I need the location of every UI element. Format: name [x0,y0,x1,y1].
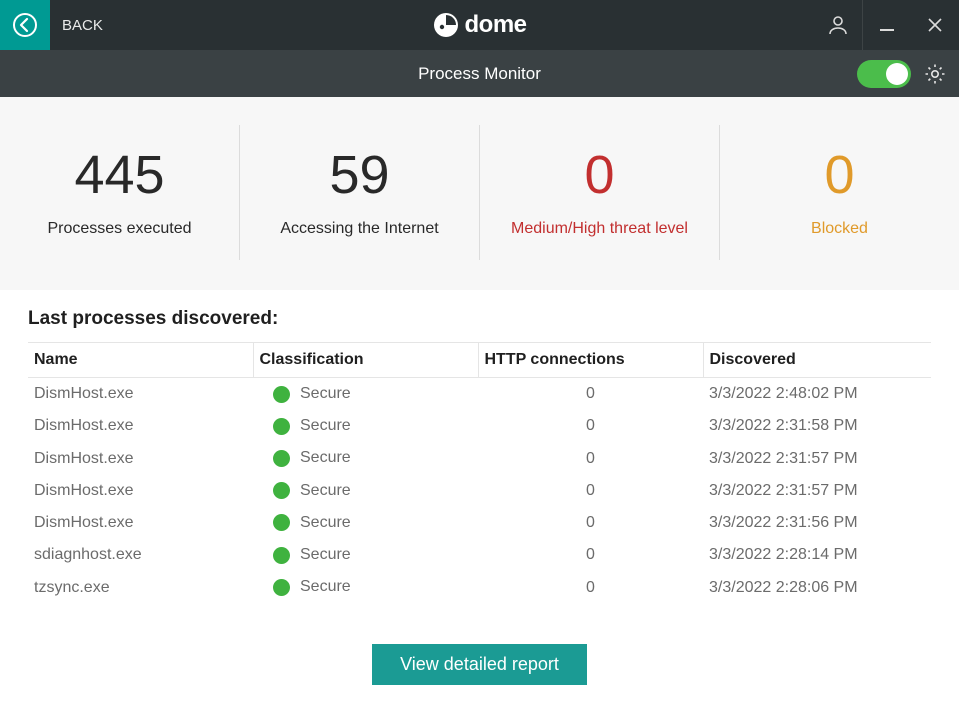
status-dot-icon [273,579,290,596]
table-row[interactable]: DismHost.exe Secure 03/3/2022 2:31:57 PM [28,475,931,507]
cell-name: tzsync.exe [28,571,253,603]
account-button[interactable] [814,0,862,50]
table-row[interactable]: tzsync.exe Secure 03/3/2022 2:28:06 PM [28,571,931,603]
col-header-classification[interactable]: Classification [253,343,478,378]
cell-classification: Secure [253,410,478,442]
table-row[interactable]: DismHost.exe Secure 03/3/2022 2:31:58 PM [28,410,931,442]
stat-accessing-internet: 59 Accessing the Internet [240,125,480,260]
table-header-row: Name Classification HTTP connections Dis… [28,343,931,378]
stat-value: 0 [584,148,614,202]
subheader-controls [857,60,947,88]
stat-label: Processes executed [47,220,191,238]
close-icon [927,17,943,33]
classification-text: Secure [300,514,351,531]
table-row[interactable]: DismHost.exe Secure 03/3/2022 2:48:02 PM [28,378,931,411]
stat-value: 0 [824,148,854,202]
section-title: Last processes discovered: [28,308,931,330]
col-header-name[interactable]: Name [28,343,253,378]
back-button[interactable] [0,0,50,50]
cell-http: 0 [478,539,703,571]
user-icon [827,14,849,36]
view-detailed-report-button[interactable]: View detailed report [372,644,587,685]
cell-http: 0 [478,442,703,474]
protection-toggle[interactable] [857,60,911,88]
cell-name: DismHost.exe [28,475,253,507]
cell-classification: Secure [253,378,478,411]
processes-section: Last processes discovered: Name Classifi… [0,290,959,685]
classification-text: Secure [300,546,351,563]
classification-text: Secure [300,578,351,595]
close-button[interactable] [911,0,959,50]
cell-http: 0 [478,475,703,507]
gear-icon[interactable] [923,62,947,86]
table-row[interactable]: DismHost.exe Secure 03/3/2022 2:31:56 PM [28,507,931,539]
cell-http: 0 [478,410,703,442]
subheader: Process Monitor [0,50,959,97]
cell-classification: Secure [253,539,478,571]
back-label[interactable]: BACK [50,0,103,50]
status-dot-icon [273,386,290,403]
toggle-knob [886,63,908,85]
stat-value: 445 [74,148,164,202]
classification-text: Secure [300,449,351,466]
status-dot-icon [273,418,290,435]
classification-text: Secure [300,385,351,402]
stat-processes-executed: 445 Processes executed [0,125,240,260]
app-logo: dome [432,11,526,39]
classification-text: Secure [300,482,351,499]
cell-classification: Secure [253,442,478,474]
cell-name: DismHost.exe [28,442,253,474]
cell-discovered: 3/3/2022 2:28:06 PM [703,571,931,603]
cell-classification: Secure [253,507,478,539]
footer-button-wrap: View detailed report [28,644,931,685]
cell-name: DismHost.exe [28,507,253,539]
logo-text: dome [464,11,526,39]
cell-name: sdiagnhost.exe [28,539,253,571]
window-controls [814,0,959,50]
stat-label: Medium/High threat level [511,220,688,238]
col-header-discovered[interactable]: Discovered [703,343,931,378]
cell-discovered: 3/3/2022 2:31:57 PM [703,475,931,507]
cell-classification: Secure [253,571,478,603]
cell-discovered: 3/3/2022 2:31:56 PM [703,507,931,539]
back-chevron-icon [12,12,38,38]
classification-text: Secure [300,417,351,434]
dome-logo-icon [432,12,458,38]
cell-http: 0 [478,571,703,603]
cell-name: DismHost.exe [28,410,253,442]
table-row[interactable]: sdiagnhost.exe Secure 03/3/2022 2:28:14 PM [28,539,931,571]
page-title: Process Monitor [418,64,541,84]
cell-discovered: 3/3/2022 2:28:14 PM [703,539,931,571]
cell-discovered: 3/3/2022 2:31:57 PM [703,442,931,474]
titlebar: BACK dome [0,0,959,50]
col-header-http[interactable]: HTTP connections [478,343,703,378]
cell-classification: Secure [253,475,478,507]
cell-http: 0 [478,507,703,539]
minimize-button[interactable] [863,0,911,50]
table-row[interactable]: DismHost.exe Secure 03/3/2022 2:31:57 PM [28,442,931,474]
cell-http: 0 [478,378,703,411]
stat-label: Blocked [811,220,868,238]
cell-name: DismHost.exe [28,378,253,411]
cell-discovered: 3/3/2022 2:31:58 PM [703,410,931,442]
status-dot-icon [273,482,290,499]
processes-table: Name Classification HTTP connections Dis… [28,342,931,604]
stat-blocked: 0 Blocked [720,125,959,260]
stat-label: Accessing the Internet [280,220,438,238]
minimize-icon [879,17,895,33]
status-dot-icon [273,514,290,531]
stat-value: 59 [329,148,389,202]
status-dot-icon [273,547,290,564]
stats-row: 445 Processes executed 59 Accessing the … [0,97,959,290]
stat-threat-level: 0 Medium/High threat level [480,125,720,260]
cell-discovered: 3/3/2022 2:48:02 PM [703,378,931,411]
status-dot-icon [273,450,290,467]
